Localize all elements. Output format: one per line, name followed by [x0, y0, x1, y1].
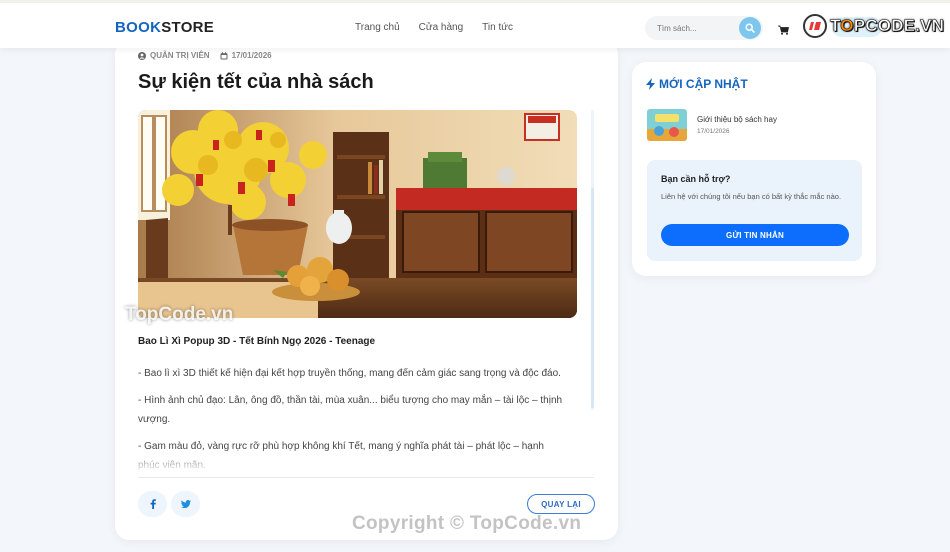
image-watermark: TopCode.vn	[125, 304, 234, 325]
support-text: Liên hệ với chúng tôi nếu bạn có bất kỳ …	[661, 192, 842, 201]
twitter-icon	[180, 500, 191, 508]
news-item[interactable]: Giới thiệu bộ sách hay 17/01/2026	[647, 109, 777, 141]
topcode-logo-text: TOPCODE.VN	[830, 16, 945, 36]
search-box	[645, 16, 763, 40]
content-paragraph-2: - Hình ảnh chủ đạo: Lân, ông đồ, thần tà…	[138, 395, 563, 425]
facebook-icon	[150, 499, 156, 509]
content-paragraph-1: - Bao lì xì 3D thiết kế hiện đại kết hợp…	[138, 368, 561, 379]
news-thumbnail	[647, 109, 687, 141]
scrollbar-thumb[interactable]	[591, 188, 594, 408]
article-meta: QUẢN TRỊ VIÊN 17/01/2026	[138, 51, 272, 60]
share-buttons	[138, 491, 200, 517]
user-icon	[138, 51, 146, 60]
twitter-share-button[interactable]	[171, 491, 200, 517]
facebook-share-button[interactable]	[138, 491, 167, 517]
logo-part-book: BOOK	[115, 19, 162, 36]
site-header: BOOKSTORE Trang chủ Cửa hàng Tin tức TOP…	[0, 0, 950, 48]
main-nav: Trang chủ Cửa hàng Tin tức	[355, 22, 513, 33]
back-button[interactable]: QUAY LẠI	[527, 494, 595, 514]
nav-shop[interactable]: Cửa hàng	[419, 22, 464, 33]
content-heading: Bao Lì Xì Popup 3D - Tết Bính Ngọ 2026 -…	[138, 336, 376, 347]
topcode-mark-icon	[803, 14, 827, 38]
article-title: Sự kiện tết của nhà sách	[138, 71, 374, 93]
calendar-icon	[220, 51, 228, 59]
article-hero-image	[138, 110, 577, 318]
search-input[interactable]	[645, 16, 737, 40]
news-date: 17/01/2026	[697, 128, 730, 135]
search-icon	[745, 23, 755, 33]
topcode-logo: TOPCODE.VN	[803, 14, 944, 38]
cart-icon	[778, 25, 789, 35]
article-author: QUẢN TRỊ VIÊN	[150, 51, 210, 60]
logo-part-store: STORE	[161, 19, 215, 36]
cart-button[interactable]	[778, 22, 789, 40]
support-heading: Bạn cần hỗ trợ?	[661, 174, 731, 184]
article-card: QUẢN TRỊ VIÊN 17/01/2026 Sự kiện tết của…	[115, 40, 618, 540]
content-fade	[138, 448, 593, 478]
copyright-watermark: Copyright © TopCode.vn	[352, 513, 582, 534]
nav-home[interactable]: Trang chủ	[355, 22, 400, 33]
site-logo[interactable]: BOOKSTORE	[115, 19, 214, 36]
nav-news[interactable]: Tin tức	[482, 22, 513, 33]
search-button[interactable]	[739, 17, 761, 39]
footer-divider	[138, 477, 594, 478]
content-scrollbar[interactable]	[591, 110, 594, 410]
article-date: 17/01/2026	[231, 51, 272, 60]
sidebar-card: MỚI CẬP NHẬT Giới thiệu bộ sách hay 17/0…	[632, 62, 876, 276]
bolt-icon	[646, 78, 655, 90]
support-box: Bạn cần hỗ trợ? Liên hệ với chúng tôi nế…	[647, 160, 862, 261]
send-message-button[interactable]: GỬI TIN NHẮN	[661, 224, 849, 246]
sidebar-title: MỚI CẬP NHẬT	[646, 77, 748, 91]
news-title[interactable]: Giới thiệu bộ sách hay	[697, 115, 777, 124]
